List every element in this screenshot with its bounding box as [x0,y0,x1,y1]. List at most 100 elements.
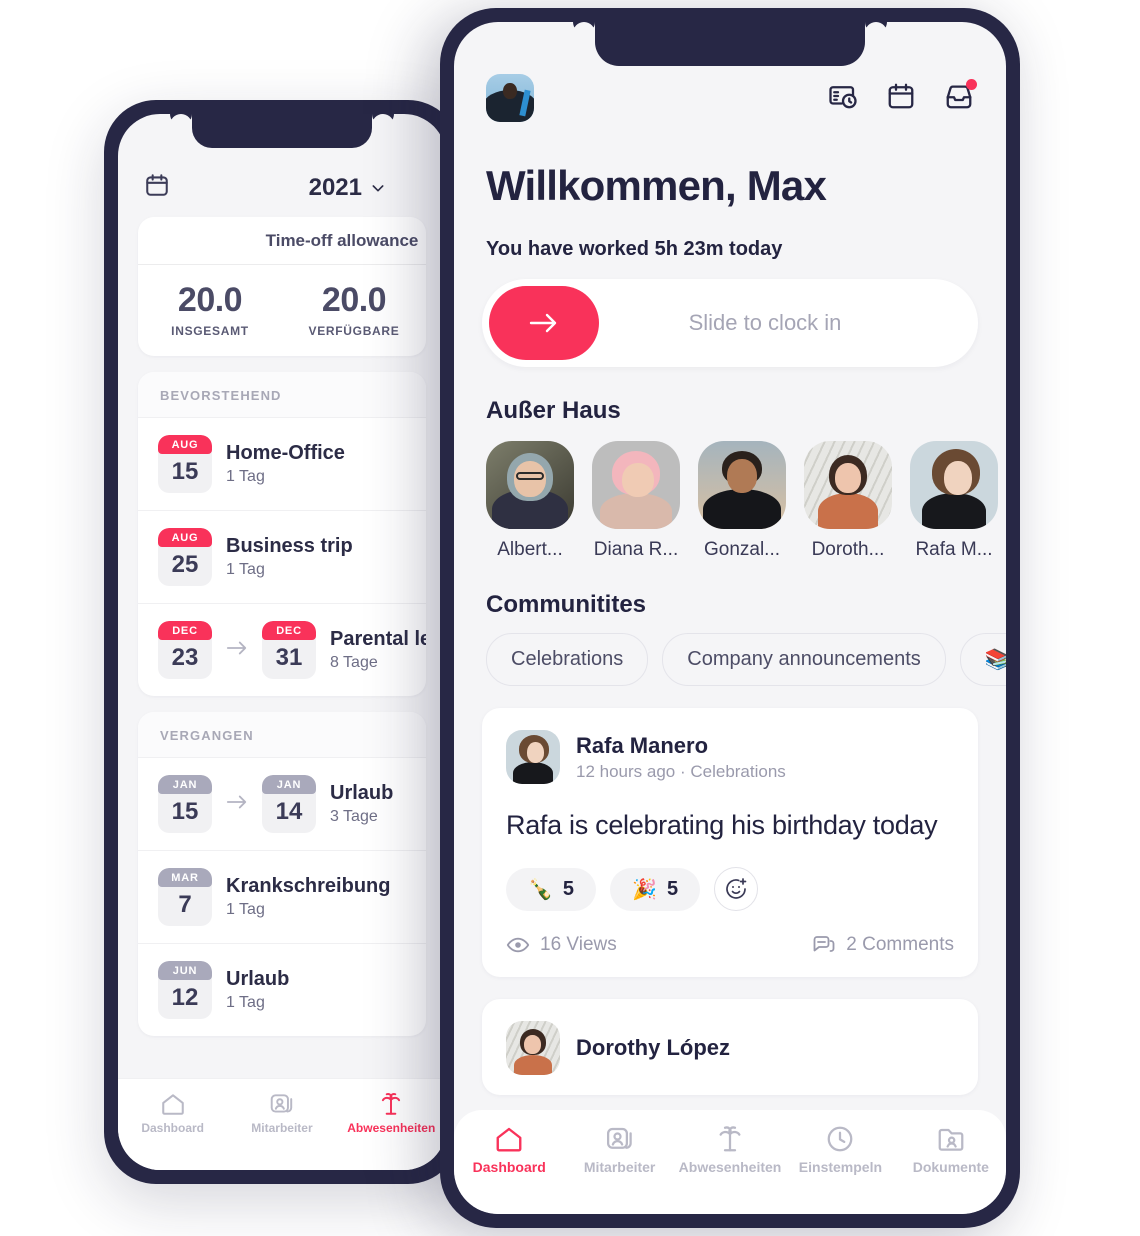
post-card[interactable]: Dorothy López [482,999,978,1095]
absence-row[interactable]: DEC 23 DEC 31 Parental leave 8 Tage [138,604,426,696]
reaction-champagne[interactable]: 🍾 5 [506,867,597,911]
tab-dashboard[interactable]: Dashboard [118,1091,227,1135]
time-tracking-icon[interactable] [828,81,858,116]
stat-total-label: INSGESAMT [171,324,249,338]
chip-label: Company announcements [687,648,921,670]
date-chip-month: DEC [158,621,212,640]
tab-absences[interactable]: Abwesenheiten [337,1091,446,1135]
avatar [592,441,680,529]
list-item[interactable]: Rafa M... [910,441,998,561]
post-reactions: 🍾 5 🎉 5 [506,867,954,911]
past-card: VERGANGEN JAN 15 JAN 14 Urlaub 3 Tage MA… [138,712,426,1036]
person-name: Doroth... [811,539,885,560]
tab-absences-label: Abwesenheiten [678,1159,782,1175]
date-chip-day: 15 [171,798,199,825]
date-chip-day: 25 [171,551,199,578]
inbox-icon[interactable] [944,78,977,116]
chip-projects[interactable]: 📚 Pro [959,633,1006,686]
date-chip-start: AUG 25 [158,528,212,586]
date-chip-day: 15 [171,458,199,485]
tab-absences[interactable]: Abwesenheiten [675,1124,785,1175]
out-of-office-list[interactable]: Albert... Diana R... Gonzal... Doroth...… [454,425,1006,561]
absence-row[interactable]: JAN 15 JAN 14 Urlaub 3 Tage [138,758,426,851]
avatar[interactable] [486,74,534,122]
stat-total-value: 20.0 [177,281,243,319]
notch [192,114,372,148]
absence-duration: 8 Tage [330,654,378,671]
tab-dashboard[interactable]: Dashboard [454,1124,564,1175]
year-selector[interactable]: 2021 [309,174,386,202]
person-name: Diana R... [593,539,679,560]
post-author: Rafa Manero [576,732,709,758]
avatar[interactable] [506,1021,560,1075]
list-item[interactable]: Albert... [486,441,574,561]
arrow-right-icon [226,639,248,662]
absence-title: Home-Office [226,442,345,464]
absence-row[interactable]: AUG 25 Business trip 1 Tag [138,511,426,604]
post-card[interactable]: Rafa Manero 12 hours ago · Celebrations … [482,708,978,977]
page-title: Willkommen, Max [486,162,827,209]
absence-title: Krankschreibung [226,875,391,897]
stat-total: 20.0 INSGESAMT [138,281,282,338]
comment-icon [813,936,835,952]
absence-info: Urlaub 3 Tage [330,782,393,826]
reaction-party-popper[interactable]: 🎉 5 [610,867,701,911]
absence-info: Business trip 1 Tag [226,535,353,579]
home-icon [496,1127,522,1152]
date-chip-start: AUG 15 [158,435,212,493]
communities-chips[interactable]: Celebrations Company announcements 📚 Pro [454,619,1006,686]
tab-employees[interactable]: Mitarbeiter [227,1091,336,1135]
absence-duration: 1 Tag [226,561,265,578]
add-reaction-icon[interactable] [714,867,759,911]
employees-icon [606,1127,632,1149]
date-chip-start: JAN 15 [158,775,212,833]
list-item[interactable]: Diana R... [592,441,680,561]
chip-company-announcements[interactable]: Company announcements [662,633,946,686]
avatar[interactable] [506,730,560,784]
date-chip-day: 14 [275,798,303,825]
notch [595,22,865,66]
comments-block[interactable]: 2 Comments [812,933,954,957]
date-chip-day: 23 [171,644,199,671]
absence-info: Krankschreibung 1 Tag [226,875,390,919]
phone-right-screen: Willkommen, Max You have worked 5h 23m t… [454,22,1006,1214]
list-item[interactable]: Doroth... [804,441,892,561]
avatar [804,441,892,529]
comments-count: 2 Comments [846,934,954,955]
absence-info: Home-Office 1 Tag [226,442,345,486]
post-author: Dorothy López [576,1035,730,1060]
stat-available: 20.0 VERFÜGBARE [282,281,426,338]
calendar-icon[interactable] [144,172,170,203]
chip-celebrations[interactable]: Celebrations [486,633,649,686]
absence-row[interactable]: JUN 12 Urlaub 1 Tag [138,944,426,1036]
date-chip-start: MAR 7 [158,868,212,926]
post-author-block: Rafa Manero 12 hours ago · Celebrations [576,733,786,782]
absence-duration: 1 Tag [226,994,265,1011]
tab-employees[interactable]: Mitarbeiter [564,1124,674,1175]
list-item[interactable]: Gonzal... [698,441,786,561]
slider-knob[interactable] [489,286,599,360]
date-chip-month: DEC [262,621,316,640]
allowance-stats: 20.0 INSGESAMT 20.0 VERFÜGBARE [138,265,426,356]
party-popper-icon: 🎉 [632,878,657,901]
screenshot-stage: 2021 Time-off allowance 20.0 INSGESAMT 2… [0,0,1140,1236]
tab-documents[interactable]: Dokumente [896,1124,1006,1175]
reaction-count: 5 [666,877,679,900]
avatar [486,441,574,529]
champagne-icon: 🍾 [528,878,553,901]
absence-row[interactable]: MAR 7 Krankschreibung 1 Tag [138,851,426,944]
calendar-icon[interactable] [886,81,916,116]
tab-clock-in-label: Einstempeln [798,1159,883,1175]
arrow-right-icon [226,793,248,816]
past-header: VERGANGEN [138,712,426,758]
absence-info: Urlaub 1 Tag [226,968,289,1012]
slide-to-clock-in[interactable]: Slide to clock in [482,279,978,367]
absence-duration: 3 Tage [330,808,378,825]
post-author-block: Dorothy López [576,1035,730,1061]
eye-icon [506,937,530,953]
absence-row[interactable]: AUG 15 Home-Office 1 Tag [138,418,426,511]
avatar [698,441,786,529]
tab-clock-in[interactable]: Einstempeln [785,1124,895,1175]
stat-available-value: 20.0 [321,281,387,319]
tab-dashboard-label: Dashboard [141,1121,204,1135]
